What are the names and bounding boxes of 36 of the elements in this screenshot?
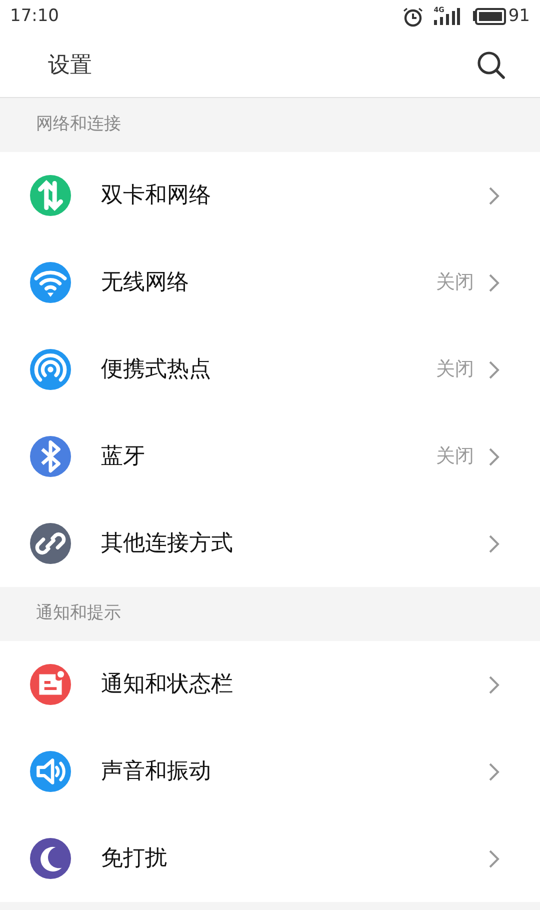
row-label: 声音和振动 xyxy=(101,758,211,786)
row-label: 免打扰 xyxy=(101,845,167,873)
section-header: 网络和连接 xyxy=(36,113,121,136)
chevron-icon xyxy=(488,848,500,868)
settings-row[interactable]: 无线网络 关闭 xyxy=(0,239,540,326)
chevron-icon xyxy=(488,186,500,206)
row-value: 关闭 xyxy=(436,357,474,382)
settings-row[interactable]: 声音和振动 xyxy=(0,728,540,815)
settings-row[interactable]: 其他连接方式 xyxy=(0,500,540,587)
row-label: 蓝牙 xyxy=(101,443,145,471)
chevron-icon xyxy=(488,360,500,380)
chevron-icon xyxy=(488,446,500,466)
search-icon[interactable] xyxy=(476,50,506,80)
row-value: 关闭 xyxy=(436,270,474,296)
settings-row[interactable]: 双卡和网络 xyxy=(0,152,540,239)
battery-icon xyxy=(472,8,506,26)
settings-row[interactable]: 蓝牙 关闭 xyxy=(0,413,540,500)
settings-row[interactable]: 通知和状态栏 xyxy=(0,641,540,728)
row-label: 通知和状态栏 xyxy=(101,671,233,699)
section-header: 通知和提示 xyxy=(36,602,121,626)
row-label: 便携式热点 xyxy=(101,356,211,384)
settings-row[interactable]: 便携式热点 关闭 xyxy=(0,326,540,413)
row-label: 无线网络 xyxy=(101,269,189,297)
chevron-icon xyxy=(488,272,500,292)
status-time: 17:10 xyxy=(10,4,59,28)
settings-row[interactable]: 免打扰 xyxy=(0,815,540,902)
row-label: 其他连接方式 xyxy=(101,530,233,558)
battery-level: 91 xyxy=(508,4,530,28)
row-value: 关闭 xyxy=(436,444,474,470)
chevron-icon xyxy=(488,534,500,554)
page-title: 设置 xyxy=(48,52,92,80)
chevron-icon xyxy=(488,762,500,782)
alarm-icon xyxy=(402,6,424,26)
row-label: 双卡和网络 xyxy=(101,182,211,210)
chevron-icon xyxy=(488,674,500,694)
signal-icon xyxy=(434,8,460,26)
